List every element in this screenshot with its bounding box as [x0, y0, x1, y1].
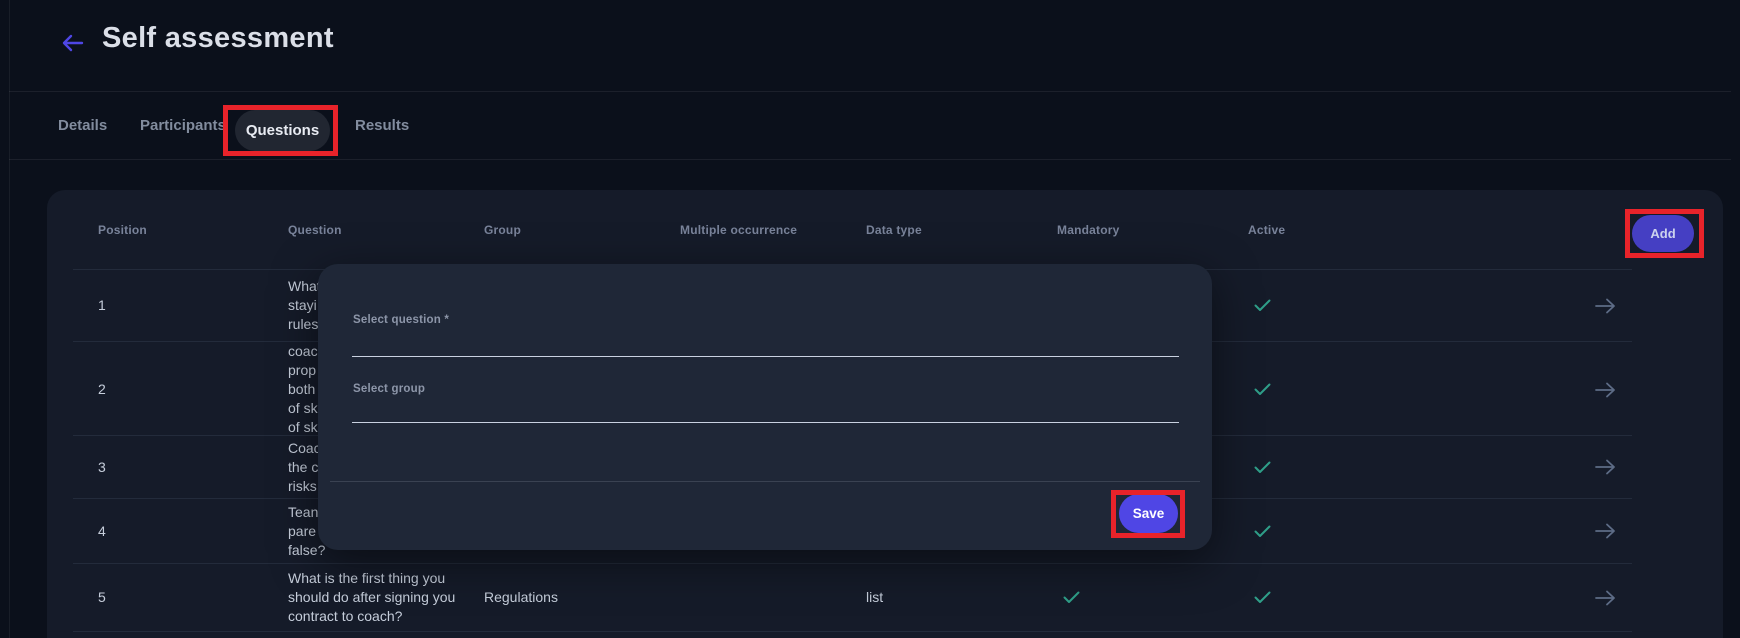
- cell-group: Regulations: [484, 588, 680, 607]
- page-title: Self assessment: [102, 22, 334, 55]
- column-header-multiple-occurrence: Multiple occurrence: [680, 223, 866, 237]
- row-detail-arrow[interactable]: [1595, 382, 1632, 398]
- column-header-question: Question: [288, 223, 484, 237]
- cell-position: 3: [73, 458, 288, 477]
- cell-active: [1248, 461, 1595, 474]
- cell-active: [1248, 299, 1595, 312]
- cell-active: [1248, 383, 1595, 396]
- select-question-label: Select question *: [353, 314, 449, 326]
- column-header-data-type: Data type: [866, 223, 1057, 237]
- row-detail-arrow[interactable]: [1595, 590, 1632, 606]
- row-detail-arrow[interactable]: [1595, 459, 1632, 475]
- row-detail-arrow[interactable]: [1595, 298, 1632, 314]
- tabbar-divider: [9, 159, 1731, 160]
- tab-results[interactable]: Results: [355, 92, 409, 159]
- arrow-right-icon: [1595, 382, 1616, 398]
- column-header-mandatory: Mandatory: [1057, 223, 1248, 237]
- column-header-active: Active: [1248, 223, 1595, 237]
- column-header-position: Position: [73, 223, 288, 237]
- back-button[interactable]: [60, 30, 86, 56]
- question-select-input[interactable]: [352, 328, 1179, 356]
- check-icon: [1254, 461, 1595, 474]
- group-select-input[interactable]: [352, 394, 1179, 422]
- cell-mandatory: [1057, 591, 1248, 604]
- tab-questions[interactable]: Questions: [235, 110, 330, 151]
- check-icon: [1063, 591, 1248, 604]
- add-button[interactable]: Add: [1632, 215, 1694, 252]
- modal-footer-divider: [330, 481, 1200, 482]
- check-icon: [1254, 525, 1595, 538]
- cell-data-type: list: [866, 588, 1057, 607]
- cell-position: 2: [73, 380, 288, 399]
- tab-participants[interactable]: Participants: [140, 92, 226, 159]
- arrow-right-icon: [1595, 590, 1616, 606]
- question-select-underline: [352, 356, 1179, 357]
- row-detail-arrow[interactable]: [1595, 523, 1632, 539]
- group-select-underline: [352, 422, 1179, 423]
- table-row[interactable]: 5 What is the first thing youshould do a…: [73, 564, 1632, 632]
- app-window: Self assessment Details Participants Que…: [0, 0, 1740, 638]
- tab-bar: Details Participants Questions Results: [0, 92, 1740, 159]
- check-icon: [1254, 591, 1595, 604]
- cell-position: 5: [73, 588, 288, 607]
- cell-position: 4: [73, 522, 288, 541]
- check-icon: [1254, 299, 1595, 312]
- add-question-modal: Select question * Select group Save: [318, 264, 1212, 550]
- check-icon: [1254, 383, 1595, 396]
- column-header-group: Group: [484, 223, 680, 237]
- cell-position: 1: [73, 296, 288, 315]
- page-header: Self assessment: [0, 0, 1740, 91]
- cell-question: What is the first thing youshould do aft…: [288, 569, 484, 626]
- save-button[interactable]: Save: [1119, 494, 1178, 533]
- arrow-left-icon: [62, 34, 84, 52]
- arrow-right-icon: [1595, 459, 1616, 475]
- arrow-right-icon: [1595, 523, 1616, 539]
- cell-active: [1248, 525, 1595, 538]
- cell-active: [1248, 591, 1595, 604]
- tab-details[interactable]: Details: [58, 92, 107, 159]
- table-header-row: Position Question Group Multiple occurre…: [73, 190, 1632, 270]
- arrow-right-icon: [1595, 298, 1616, 314]
